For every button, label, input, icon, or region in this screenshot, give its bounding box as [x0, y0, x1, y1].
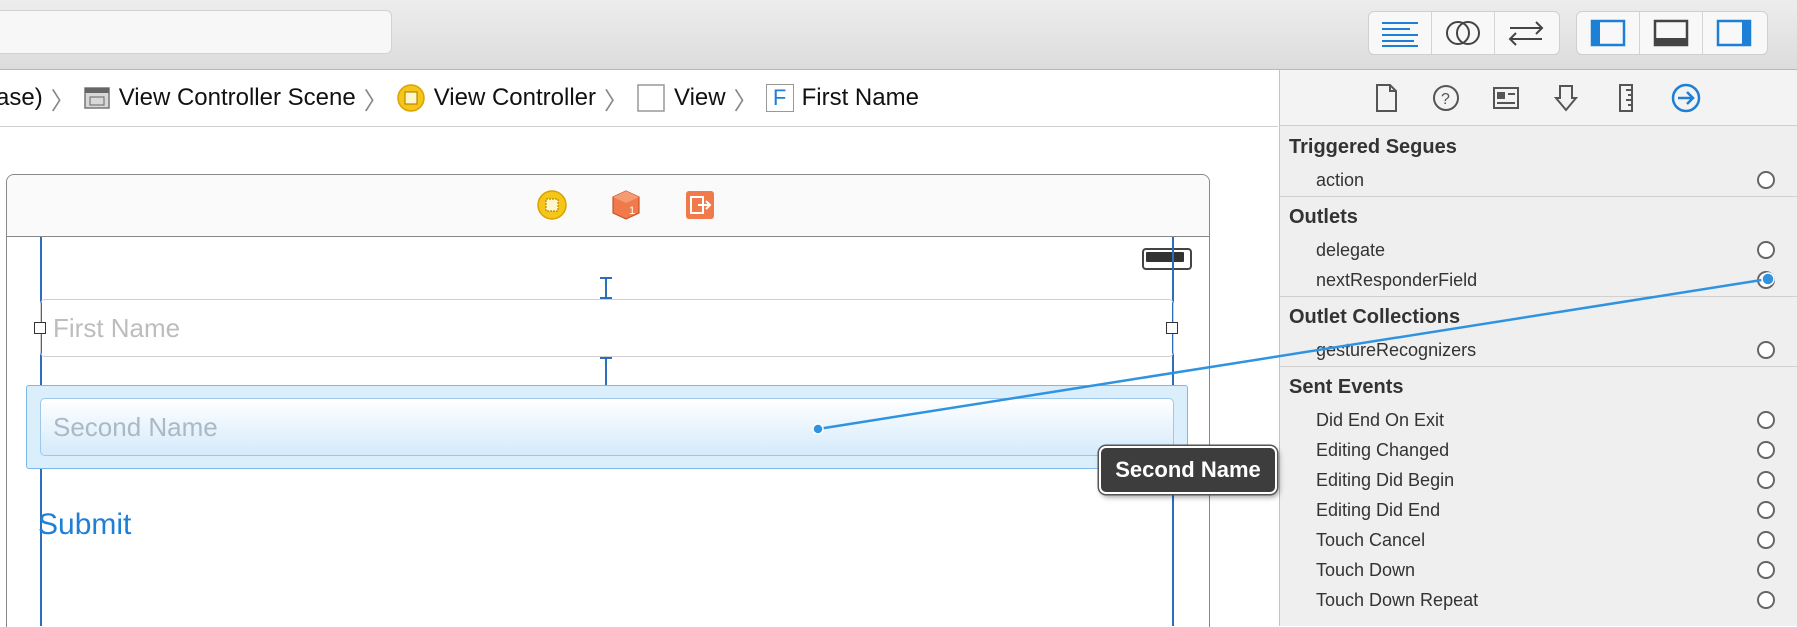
submit-button[interactable]: Submit [38, 508, 131, 542]
section-divider [1280, 196, 1797, 197]
connections-inspector: ? Triggered Segues action Outlets delega… [1279, 70, 1797, 626]
first-responder-icon[interactable]: 1 [610, 189, 642, 221]
debug-area-toggle-button[interactable] [1640, 12, 1703, 54]
size-inspector-icon[interactable] [1610, 82, 1642, 114]
standard-editor-icon [1382, 22, 1418, 47]
first-name-text-field[interactable]: First Name [40, 299, 1174, 357]
quick-help-icon[interactable]: ? [1430, 82, 1462, 114]
standard-editor-button[interactable] [1369, 12, 1432, 54]
scene-icon [83, 87, 110, 109]
chevron-right-icon: 〉 [50, 87, 75, 115]
assistant-editor-button[interactable] [1432, 12, 1495, 54]
section-title-outlets: Outlets [1289, 206, 1358, 228]
connection-row-label: Touch Down [1316, 560, 1416, 580]
connection-well-gesture-recognizers[interactable] [1757, 341, 1775, 359]
view-controller-icon [396, 84, 425, 112]
breadcrumb-item-first-name[interactable]: F First Name [765, 84, 919, 112]
connection-row-label: nextResponderField [1316, 270, 1478, 290]
connection-row-label: action [1316, 170, 1365, 190]
connection-well-next-responder-field[interactable] [1757, 271, 1775, 289]
chevron-right-icon: 〉 [363, 87, 388, 115]
file-inspector-icon[interactable] [1370, 82, 1402, 114]
connection-row-label: Editing Changed [1316, 440, 1450, 460]
resize-handle-left[interactable] [34, 322, 46, 334]
connection-well-delegate[interactable] [1757, 241, 1775, 259]
second-name-text-field[interactable]: Second Name [40, 398, 1174, 456]
exit-icon[interactable] [684, 189, 716, 221]
connection-row-label: Touch Cancel [1316, 530, 1426, 550]
chevron-right-icon: 〉 [733, 87, 758, 115]
connections-inspector-icon[interactable] [1670, 82, 1702, 114]
text-field-icon: F [765, 84, 794, 112]
section-divider [1280, 366, 1797, 367]
connection-well-editing-did-end[interactable] [1757, 501, 1775, 519]
activity-field [0, 10, 392, 54]
chevron-right-icon: 〉 [604, 87, 628, 115]
version-editor-button[interactable] [1495, 12, 1557, 54]
connection-well-touch-down[interactable] [1757, 561, 1775, 579]
connection-row-label: Editing Did End [1316, 500, 1441, 520]
breadcrumb-item-document[interactable]: ase) [0, 84, 43, 112]
utilities-panel-icon [1716, 19, 1752, 47]
debug-area-icon [1653, 19, 1689, 47]
connection-well-did-end-on-exit[interactable] [1757, 411, 1775, 429]
breadcrumb-label: View Controller [433, 84, 596, 111]
connection-well-editing-changed[interactable] [1757, 441, 1775, 459]
connection-row-label: Editing Did Begin [1316, 470, 1455, 490]
breadcrumb-label: View [674, 84, 726, 111]
section-divider [1280, 296, 1797, 297]
section-title-outlet-collections: Outlet Collections [1289, 306, 1461, 328]
svg-text:1: 1 [629, 205, 635, 217]
svg-text:?: ? [1441, 91, 1450, 108]
second-name-placeholder: Second Name [53, 411, 218, 442]
scene-dock: 1 [7, 175, 1209, 237]
drop-target-tooltip: Second Name [1099, 446, 1277, 494]
jump-bar: ase) 〉 View Controller Scene 〉 View Cont… [0, 70, 1278, 127]
view-icon [637, 84, 665, 112]
inspector-tab-bar: ? [1280, 70, 1797, 126]
connection-well-editing-did-begin[interactable] [1757, 471, 1775, 489]
navigator-panel-icon [1590, 19, 1626, 47]
section-title-sent-events: Sent Events [1289, 376, 1404, 398]
connection-well-touch-down-repeat[interactable] [1757, 591, 1775, 609]
first-name-placeholder: First Name [53, 312, 181, 343]
spacing-constraint-icon [600, 277, 612, 299]
editor-segmented-control [1368, 11, 1560, 55]
connection-row-label: Did End On Exit [1316, 410, 1445, 430]
utilities-toggle-button[interactable] [1703, 12, 1765, 54]
assistant-editor-icon [1446, 21, 1480, 45]
connection-row-label: Touch Down Repeat [1316, 590, 1479, 610]
connection-row-label: delegate [1316, 240, 1386, 260]
navigator-toggle-button[interactable] [1577, 12, 1640, 54]
section-title-triggered-segues: Triggered Segues [1289, 136, 1457, 158]
breadcrumb-item-scene[interactable]: View Controller Scene [83, 84, 356, 112]
resize-handle-right[interactable] [1166, 322, 1178, 334]
toolbar [0, 0, 1797, 70]
view-segmented-control [1576, 11, 1768, 55]
breadcrumb-item-view[interactable]: View [636, 83, 726, 113]
connection-row-label: gestureRecognizers [1316, 340, 1477, 360]
breadcrumb-label: First Name [801, 84, 919, 111]
connection-well-action[interactable] [1757, 171, 1775, 189]
breadcrumb-label: View Controller Scene [118, 84, 356, 111]
attributes-inspector-icon[interactable] [1550, 82, 1582, 114]
identity-inspector-icon[interactable] [1490, 82, 1522, 114]
battery-icon [1142, 248, 1192, 270]
version-editor-icon [1508, 21, 1544, 46]
view-controller-icon[interactable] [536, 189, 568, 221]
breadcrumb-item-view-controller[interactable]: View Controller [396, 83, 596, 113]
breadcrumb-label: ase) [0, 84, 43, 111]
connection-well-touch-cancel[interactable] [1757, 531, 1775, 549]
